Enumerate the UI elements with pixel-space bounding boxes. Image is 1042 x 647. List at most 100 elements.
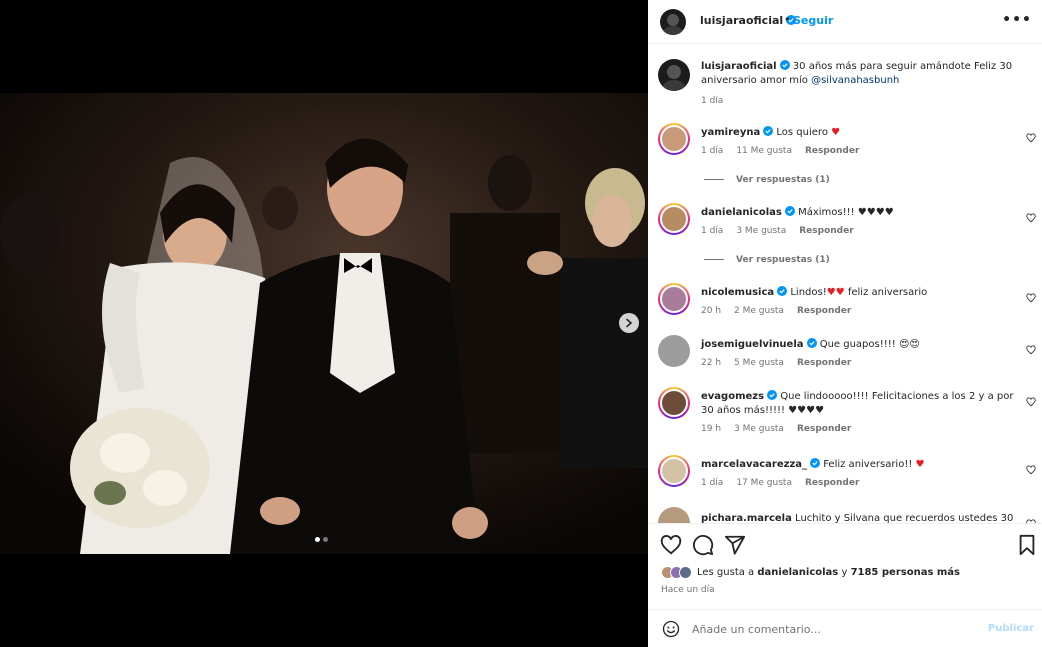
like-comment-heart-icon[interactable] bbox=[1026, 293, 1036, 303]
likes-prefix: Les gusta a bbox=[697, 567, 755, 578]
comment-composer: Publicar bbox=[648, 609, 1042, 647]
comment-text: nicolemusica Lindos!♥♥ feliz aniversario bbox=[701, 286, 1021, 300]
comment-time: 1 día bbox=[701, 226, 724, 236]
carousel-dot-active bbox=[315, 537, 320, 542]
follow-button[interactable]: Seguir bbox=[793, 14, 833, 27]
wedding-photo bbox=[0, 93, 648, 554]
more-options-icon[interactable]: ••• bbox=[1002, 12, 1032, 28]
comment-username[interactable]: evagomezs bbox=[701, 391, 764, 402]
comment-likes[interactable]: 11 Me gusta bbox=[736, 146, 792, 156]
comment-username[interactable]: danielanicolas bbox=[701, 207, 782, 218]
carousel-indicators bbox=[315, 537, 328, 542]
comment-username[interactable]: nicolemusica bbox=[701, 287, 774, 298]
like-comment-heart-icon[interactable] bbox=[1026, 213, 1036, 223]
comment-body: Los quiero bbox=[776, 127, 828, 138]
likes-summary[interactable]: Les gusta a danielanicolas y 7185 person… bbox=[661, 566, 960, 579]
comment-bubble-icon[interactable] bbox=[692, 534, 714, 556]
comment-text: yamireyna Los quiero ♥ bbox=[701, 126, 1021, 140]
author-avatar[interactable] bbox=[660, 9, 686, 35]
comment-avatar[interactable] bbox=[658, 123, 690, 155]
publish-button[interactable]: Publicar bbox=[988, 623, 1034, 634]
header-separator: • bbox=[784, 13, 791, 26]
like-comment-heart-icon[interactable] bbox=[1026, 397, 1036, 407]
verified-badge-icon bbox=[777, 286, 788, 296]
reply-button[interactable]: Responder bbox=[797, 358, 851, 368]
caption-text: luisjaraoficial 30 años más para seguir … bbox=[701, 60, 1021, 88]
reply-button[interactable]: Responder bbox=[805, 146, 859, 156]
comment-likes[interactable]: 3 Me gusta bbox=[734, 424, 784, 434]
comment-text: danielanicolas Máximos!!! ♥♥♥♥ bbox=[701, 206, 1021, 220]
likes-user[interactable]: danielanicolas bbox=[757, 567, 838, 578]
save-bookmark-icon[interactable] bbox=[1016, 534, 1038, 556]
post-actions: Les gusta a danielanicolas y 7185 person… bbox=[648, 523, 1042, 623]
comment-likes[interactable]: 17 Me gusta bbox=[736, 478, 792, 488]
author-username[interactable]: luisjaraoficial bbox=[700, 14, 797, 27]
comment-time: 1 día bbox=[701, 146, 724, 156]
comment-meta: 19 h 3 Me gusta Responder bbox=[701, 424, 864, 434]
verified-badge-icon bbox=[806, 338, 817, 348]
comment-avatar[interactable] bbox=[658, 203, 690, 235]
verified-badge-icon bbox=[767, 390, 778, 400]
comment-meta: 1 día 17 Me gusta Responder bbox=[701, 478, 872, 488]
like-heart-icon[interactable] bbox=[660, 534, 682, 556]
comment-avatar[interactable] bbox=[658, 335, 690, 367]
view-replies-button[interactable]: Ver respuestas (1) bbox=[704, 175, 830, 185]
comment-input[interactable] bbox=[692, 619, 982, 639]
reply-button[interactable]: Responder bbox=[797, 306, 851, 316]
author-username-text[interactable]: luisjaraoficial bbox=[700, 14, 783, 27]
like-comment-heart-icon[interactable] bbox=[1026, 465, 1036, 475]
reply-button[interactable]: Responder bbox=[799, 226, 853, 236]
caption-mention[interactable]: @silvanahasbunh bbox=[811, 75, 899, 86]
verified-badge-icon bbox=[779, 60, 790, 70]
comment-avatar[interactable] bbox=[658, 283, 690, 315]
red-heart-emoji: ♥ bbox=[831, 127, 841, 138]
verified-badge-icon bbox=[810, 458, 821, 468]
caption-avatar[interactable] bbox=[658, 59, 690, 91]
post-header: luisjaraoficial • Seguir ••• bbox=[648, 0, 1042, 44]
comment-body: Luchito y Silvana que recuerdos ustedes … bbox=[795, 513, 1014, 523]
share-paper-plane-icon[interactable] bbox=[724, 534, 746, 556]
comment-meta: 1 día 3 Me gusta Responder bbox=[701, 226, 867, 236]
comment-text: evagomezs Que lindooooo!!!! Felicitacion… bbox=[701, 390, 1021, 418]
reply-button[interactable]: Responder bbox=[797, 424, 851, 434]
comment-avatar[interactable] bbox=[658, 507, 690, 523]
emoji-smiley-icon[interactable] bbox=[662, 620, 680, 638]
likes-middle: y bbox=[841, 567, 848, 578]
verified-badge-icon bbox=[763, 126, 774, 136]
red-hearts-emoji: ♥♥ bbox=[826, 287, 845, 298]
caption-meta: 1 día bbox=[701, 96, 736, 106]
comment-likes[interactable]: 2 Me gusta bbox=[734, 306, 784, 316]
comment-username[interactable]: marcelavacarezza_ bbox=[701, 459, 807, 470]
post-photo bbox=[0, 93, 648, 554]
post-side-panel: luisjaraoficial • Seguir ••• luisjaraofi… bbox=[648, 0, 1042, 647]
next-slide-button[interactable] bbox=[619, 313, 639, 333]
comment-meta: 20 h 2 Me gusta Responder bbox=[701, 306, 864, 316]
comment-likes[interactable]: 3 Me gusta bbox=[736, 226, 786, 236]
comment-body: Que guapos!!!! 😍😍 bbox=[819, 339, 920, 350]
comment-time: 20 h bbox=[701, 306, 722, 316]
comment-body-extra: feliz aniversario bbox=[847, 287, 928, 298]
comments-list[interactable]: luisjaraoficial 30 años más para seguir … bbox=[648, 45, 1042, 523]
like-comment-heart-icon[interactable] bbox=[1026, 133, 1036, 143]
comment-username[interactable]: yamireyna bbox=[701, 127, 760, 138]
comment-likes[interactable]: 5 Me gusta bbox=[734, 358, 784, 368]
caption-username[interactable]: luisjaraoficial bbox=[701, 61, 777, 72]
liker-avatar bbox=[679, 566, 692, 579]
likes-count[interactable]: 7185 personas más bbox=[851, 567, 960, 578]
comment-meta: 1 día 11 Me gusta Responder bbox=[701, 146, 872, 156]
post-media bbox=[0, 0, 648, 647]
comment-meta: 22 h 5 Me gusta Responder bbox=[701, 358, 864, 368]
view-replies-button[interactable]: Ver respuestas (1) bbox=[704, 255, 830, 265]
reply-button[interactable]: Responder bbox=[805, 478, 859, 488]
comment-text: pichara.marcela Luchito y Silvana que re… bbox=[701, 512, 1021, 523]
comment-body: Máximos!!! ♥♥♥♥ bbox=[798, 207, 894, 218]
like-comment-heart-icon[interactable] bbox=[1026, 345, 1036, 355]
comment-username[interactable]: pichara.marcela bbox=[701, 513, 792, 523]
comment-username[interactable]: josemiguelvinuela bbox=[701, 339, 804, 350]
comment-avatar[interactable] bbox=[658, 387, 690, 419]
comment-avatar[interactable] bbox=[658, 455, 690, 487]
verified-badge-icon bbox=[784, 206, 795, 216]
post-timestamp[interactable]: Hace un día bbox=[661, 585, 715, 595]
comment-text: marcelavacarezza_ Feliz aniversario!! ♥ bbox=[701, 458, 1021, 472]
comment-time: 1 día bbox=[701, 478, 724, 488]
